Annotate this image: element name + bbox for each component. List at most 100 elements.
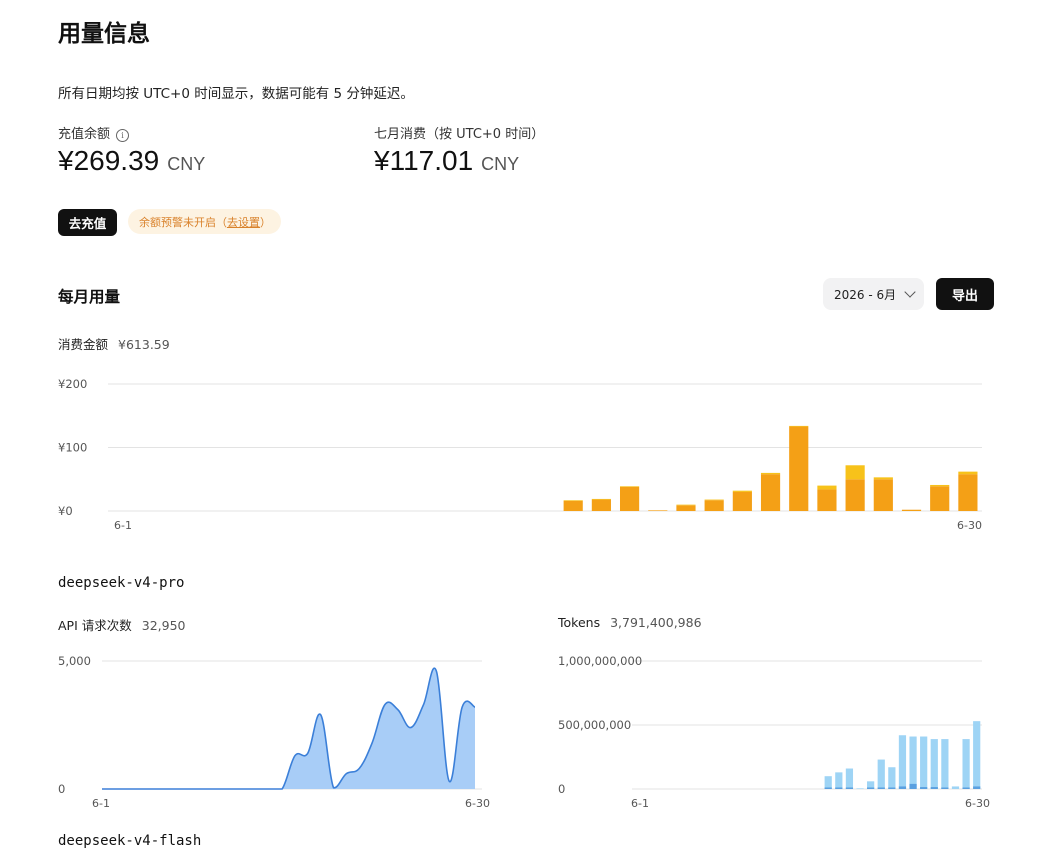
- tokens-bar-cache: [941, 787, 949, 789]
- spend-bar: [704, 500, 724, 511]
- balance-label-row: 充值余额 i: [58, 123, 130, 142]
- y-tick-label: 0: [558, 782, 565, 796]
- x-tick-label: 6-1: [92, 797, 110, 810]
- spend-bar-secondary: [704, 499, 724, 501]
- tokens-bar: [888, 767, 896, 789]
- month-spend-amount: ¥117.01: [374, 145, 474, 176]
- info-icon[interactable]: i: [116, 129, 130, 142]
- tokens-stat: Tokens 3,791,400,986: [558, 615, 702, 630]
- y-tick-label: 500,000,000: [558, 718, 631, 732]
- spend-bar-secondary: [845, 465, 865, 480]
- spend-bar-secondary: [676, 504, 696, 506]
- month-select-value: 2026 - 6月: [834, 287, 897, 302]
- tokens-bar-cache: [867, 787, 875, 789]
- tokens-chart: 1,000,000,000 500,000,000 0 6-1 6-30: [558, 654, 990, 810]
- spend-bar: [563, 500, 583, 511]
- tokens-bar-cache: [824, 787, 832, 789]
- spend-bar: [619, 486, 640, 511]
- tokens-bar-cache: [888, 787, 896, 789]
- tokens-total: 3,791,400,986: [610, 615, 702, 630]
- tokens-bar-cache: [973, 786, 981, 789]
- spend-bar: [873, 479, 893, 511]
- spend-bar: [789, 426, 809, 511]
- tokens-bar-cache: [835, 787, 843, 789]
- spend-bar-secondary: [930, 484, 950, 487]
- alert-text: 余额预警未开启（: [139, 215, 227, 229]
- spend-bar-secondary: [817, 485, 837, 490]
- monthly-usage-title: 每月用量: [58, 288, 121, 306]
- tokens-bar-cache: [898, 786, 907, 789]
- spend-label: 消费金额: [58, 337, 109, 352]
- spend-bar: [648, 510, 668, 511]
- x-tick-label: 6-30: [465, 797, 490, 810]
- spend-bar: [958, 474, 978, 511]
- spend-bar: [845, 479, 865, 511]
- requests-chart: 5,000 0 6-1 6-30: [58, 654, 490, 810]
- tokens-bar: [835, 772, 843, 789]
- month-spend-label: 七月消费（按 UTC+0 时间）: [374, 127, 545, 142]
- balance-alert-badge: 余额预警未开启（ 去设置）: [128, 209, 281, 234]
- spend-bar: [591, 499, 611, 511]
- y-tick-label: ¥200: [58, 377, 87, 391]
- tokens-bar: [951, 786, 960, 789]
- spend-total: ¥613.59: [118, 337, 170, 352]
- chevron-down-icon: [904, 286, 916, 298]
- balance-label: 充值余额: [58, 127, 111, 142]
- tokens-bar-cache: [920, 787, 928, 789]
- tokens-bar: [973, 721, 981, 789]
- spend-bar: [901, 509, 922, 511]
- model-name-pro: deepseek-v4-pro: [58, 575, 185, 591]
- spend-chart: ¥200 ¥100 ¥0 6-1 6-30: [58, 377, 982, 532]
- tokens-bar: [909, 736, 917, 789]
- spend-bar: [930, 486, 950, 511]
- tokens-bar-cache: [930, 787, 938, 789]
- spend-bar: [760, 474, 781, 511]
- spend-bar-secondary: [591, 498, 611, 500]
- spend-bar: [732, 491, 752, 511]
- y-tick-label: 1,000,000,000: [558, 654, 642, 668]
- tokens-bar: [930, 739, 938, 789]
- spend-bar: [676, 505, 696, 511]
- tokens-bar: [962, 739, 970, 789]
- tokens-bar: [824, 776, 832, 789]
- spend-bar-secondary: [563, 500, 583, 501]
- export-button[interactable]: 导出: [936, 278, 994, 310]
- tokens-bar: [856, 788, 864, 789]
- requests-label: API 请求次数: [58, 618, 132, 633]
- recharge-button[interactable]: 去充值: [58, 209, 117, 236]
- spend-bar-secondary: [619, 486, 640, 487]
- x-tick-label: 6-30: [965, 797, 990, 810]
- x-tick-label: 6-1: [114, 519, 132, 532]
- y-tick-label: ¥100: [58, 441, 87, 455]
- balance-unit: CNY: [167, 154, 206, 174]
- spend-stat: 消费金额 ¥613.59: [58, 334, 170, 353]
- spend-bar-secondary: [760, 472, 781, 475]
- balance-amount: ¥269.39: [58, 145, 160, 176]
- spend-bar-secondary: [873, 477, 893, 480]
- tokens-bar-cache: [877, 787, 885, 789]
- delay-notice: 所有日期均按 UTC+0 时间显示，数据可能有 5 分钟延迟。: [58, 86, 414, 102]
- alert-settings-link[interactable]: 去设置: [227, 214, 260, 230]
- tokens-bar: [845, 768, 854, 789]
- tokens-bar: [920, 736, 928, 789]
- month-select[interactable]: 2026 - 6月: [823, 278, 924, 310]
- model-name-flash: deepseek-v4-flash: [58, 833, 202, 849]
- x-tick-label: 6-1: [631, 797, 649, 810]
- tokens-bar-cache: [909, 783, 917, 789]
- spend-bar-secondary: [789, 425, 809, 427]
- tokens-label: Tokens: [558, 615, 601, 630]
- month-spend-unit: CNY: [481, 154, 520, 174]
- page-title: 用量信息: [58, 21, 150, 47]
- tokens-bar: [898, 735, 907, 789]
- y-tick-label: 0: [58, 782, 65, 796]
- tokens-bar: [877, 759, 885, 789]
- alert-close-paren: ）: [260, 215, 271, 229]
- x-tick-label: 6-30: [957, 519, 982, 532]
- tokens-bar-cache: [845, 787, 854, 789]
- requests-total: 32,950: [141, 618, 186, 633]
- spend-bar-secondary: [958, 471, 978, 475]
- spend-bar-secondary: [732, 490, 752, 492]
- y-tick-label: ¥0: [58, 504, 73, 518]
- tokens-bar: [941, 739, 949, 789]
- spend-bar: [817, 489, 837, 511]
